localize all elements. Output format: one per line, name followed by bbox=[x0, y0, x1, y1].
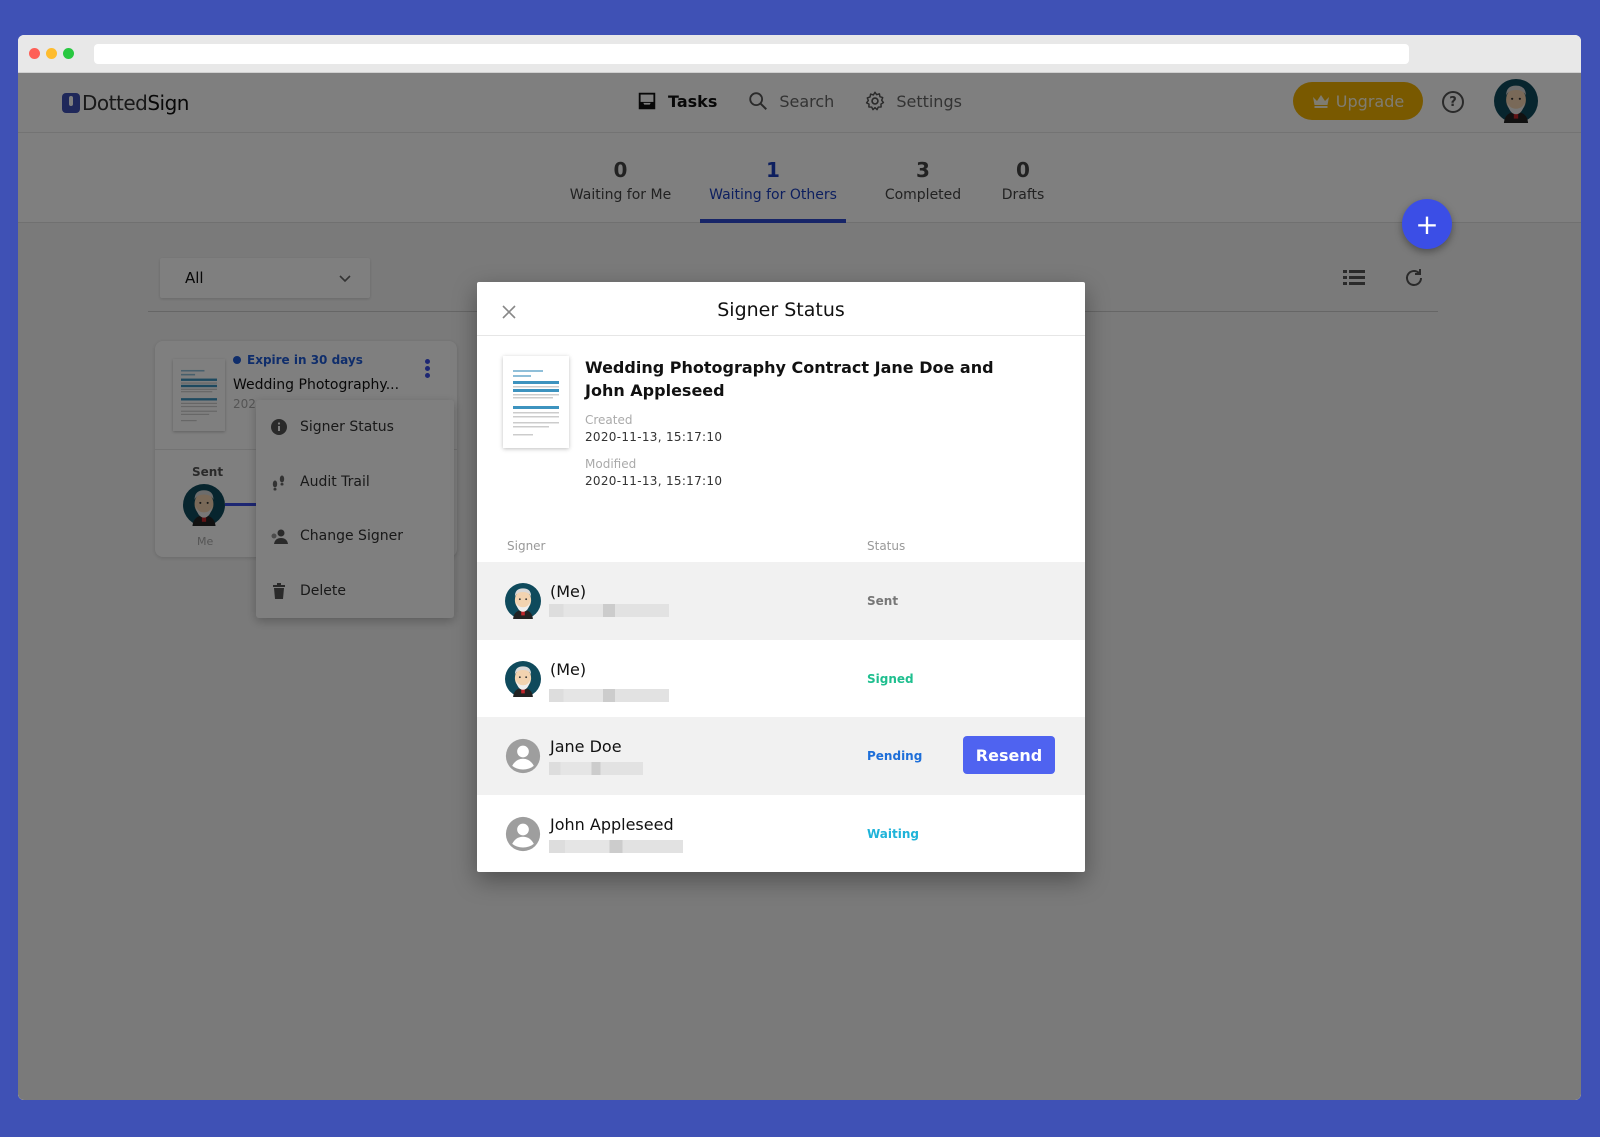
document-thumbnail bbox=[503, 356, 569, 448]
signer-status: Pending bbox=[867, 749, 923, 763]
created-label: Created bbox=[585, 413, 633, 427]
signer-status: Signed bbox=[867, 671, 914, 686]
signer-name: Jane Doe bbox=[550, 737, 622, 756]
maximize-window-button[interactable] bbox=[63, 48, 74, 59]
dialog-header: Signer Status bbox=[477, 282, 1085, 336]
modified-label: Modified bbox=[585, 457, 637, 471]
signer-row: Jane Doe Pending Resend bbox=[477, 717, 1085, 795]
signer-email-redacted bbox=[549, 839, 683, 853]
signer-status: Waiting bbox=[867, 826, 920, 841]
address-bar[interactable] bbox=[94, 44, 1409, 64]
signer-avatar bbox=[505, 583, 541, 619]
minimize-window-button[interactable] bbox=[46, 48, 57, 59]
signer-status: Sent bbox=[867, 594, 899, 608]
close-window-button[interactable] bbox=[29, 48, 40, 59]
signer-name: John Appleseed bbox=[550, 814, 674, 834]
generic-person-icon bbox=[505, 816, 541, 852]
signer-email-redacted bbox=[549, 604, 669, 617]
signer-column-header: Signer bbox=[507, 539, 546, 553]
signer-avatar bbox=[505, 661, 541, 697]
signer-name: (Me) bbox=[550, 659, 587, 679]
browser-window: DottedSign Tasks Search Settings Upg bbox=[18, 35, 1581, 1100]
signer-status-dialog: Signer Status Wedding Photography Contra… bbox=[477, 282, 1085, 872]
signer-email-redacted bbox=[549, 688, 669, 702]
plus-icon: + bbox=[1415, 207, 1439, 241]
browser-chrome bbox=[18, 35, 1581, 73]
signer-row: John Appleseed Waiting bbox=[477, 795, 1085, 873]
resend-button[interactable]: Resend bbox=[963, 736, 1055, 774]
signer-row: (Me) Signed bbox=[477, 640, 1085, 718]
generic-person-icon bbox=[505, 738, 541, 774]
status-column-header: Status bbox=[867, 539, 906, 553]
modified-value: 2020-11-13, 15:17:10 bbox=[585, 474, 723, 488]
signer-name: (Me) bbox=[550, 582, 587, 601]
close-icon[interactable] bbox=[501, 304, 517, 320]
created-value: 2020-11-13, 15:17:10 bbox=[585, 430, 723, 444]
signer-email-redacted bbox=[549, 762, 643, 775]
dialog-title: Signer Status bbox=[717, 299, 845, 321]
new-task-button[interactable]: + bbox=[1402, 199, 1452, 249]
app: DottedSign Tasks Search Settings Upg bbox=[18, 73, 1581, 1100]
document-title: Wedding Photography Contract Jane Doe an… bbox=[585, 358, 994, 400]
signer-row: (Me) Sent bbox=[477, 562, 1085, 640]
